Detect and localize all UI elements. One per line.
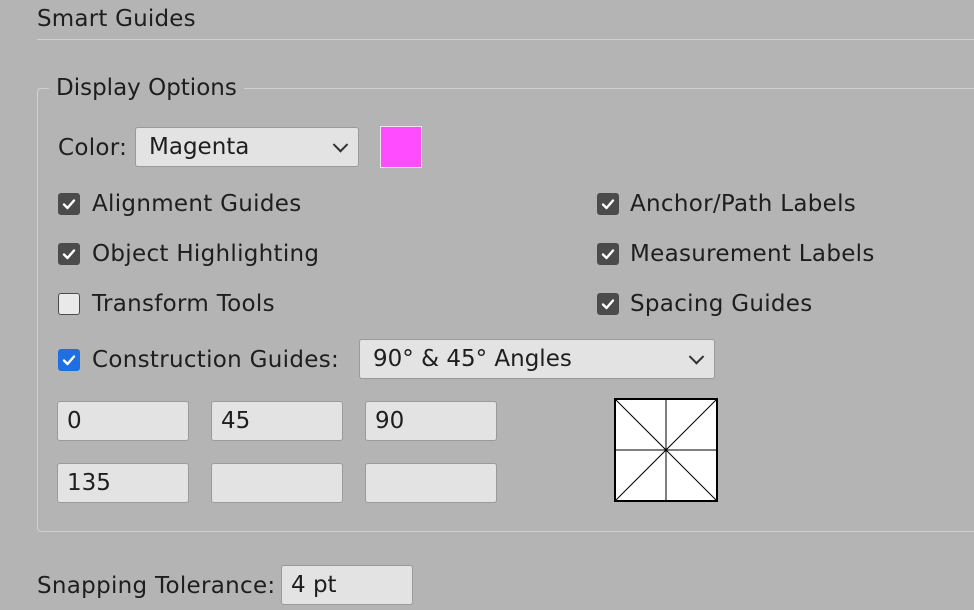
- angles-preview: [614, 398, 718, 502]
- chevron-down-icon: [332, 137, 349, 153]
- color-dropdown-value: Magenta: [149, 134, 250, 160]
- section-divider: [37, 39, 974, 40]
- object-highlighting-label: Object Highlighting: [92, 241, 320, 267]
- angle-field-4[interactable]: [57, 463, 189, 503]
- anchor-path-labels-label: Anchor/Path Labels: [630, 191, 857, 217]
- angle-field-6[interactable]: [365, 463, 497, 503]
- object-highlighting-checkbox[interactable]: [58, 243, 80, 265]
- measurement-labels-checkbox[interactable]: [597, 243, 619, 265]
- snapping-tolerance-field[interactable]: [281, 565, 413, 605]
- spacing-guides-label: Spacing Guides: [630, 291, 813, 317]
- angle-lines-icon: [616, 400, 716, 500]
- construction-guides-label: Construction Guides:: [92, 347, 340, 373]
- construction-guides-option[interactable]: Construction Guides:: [58, 347, 339, 373]
- transform-tools-option[interactable]: Transform Tools: [58, 291, 275, 317]
- alignment-guides-option[interactable]: Alignment Guides: [58, 191, 301, 217]
- angle-field-5[interactable]: [211, 463, 343, 503]
- display-options-legend: Display Options: [49, 75, 244, 101]
- alignment-guides-checkbox[interactable]: [58, 193, 80, 215]
- construction-guides-checkbox[interactable]: [58, 349, 80, 371]
- color-dropdown[interactable]: Magenta: [135, 127, 359, 167]
- chevron-down-icon: [688, 349, 705, 365]
- anchor-path-labels-option[interactable]: Anchor/Path Labels: [597, 191, 856, 217]
- measurement-labels-label: Measurement Labels: [630, 241, 875, 267]
- anchor-path-labels-checkbox[interactable]: [597, 193, 619, 215]
- section-title: Smart Guides: [37, 6, 196, 32]
- checkmark-icon: [62, 199, 76, 210]
- checkmark-icon: [62, 249, 76, 260]
- transform-tools-checkbox[interactable]: [58, 293, 80, 315]
- angle-field-3[interactable]: [365, 401, 497, 441]
- transform-tools-label: Transform Tools: [92, 291, 275, 317]
- checkmark-icon: [601, 199, 615, 210]
- angle-field-1[interactable]: [57, 401, 189, 441]
- color-swatch[interactable]: [380, 126, 422, 168]
- object-highlighting-option[interactable]: Object Highlighting: [58, 241, 319, 267]
- measurement-labels-option[interactable]: Measurement Labels: [597, 241, 875, 267]
- angle-field-2[interactable]: [211, 401, 343, 441]
- snapping-tolerance-label: Snapping Tolerance:: [37, 573, 276, 599]
- spacing-guides-checkbox[interactable]: [597, 293, 619, 315]
- color-label: Color:: [58, 135, 128, 161]
- construction-angles-value: 90° & 45° Angles: [373, 346, 572, 372]
- spacing-guides-option[interactable]: Spacing Guides: [597, 291, 813, 317]
- checkmark-icon: [601, 249, 615, 260]
- checkmark-icon: [601, 299, 615, 310]
- alignment-guides-label: Alignment Guides: [92, 191, 302, 217]
- construction-angles-dropdown[interactable]: 90° & 45° Angles: [359, 339, 715, 379]
- checkmark-icon: [62, 355, 76, 366]
